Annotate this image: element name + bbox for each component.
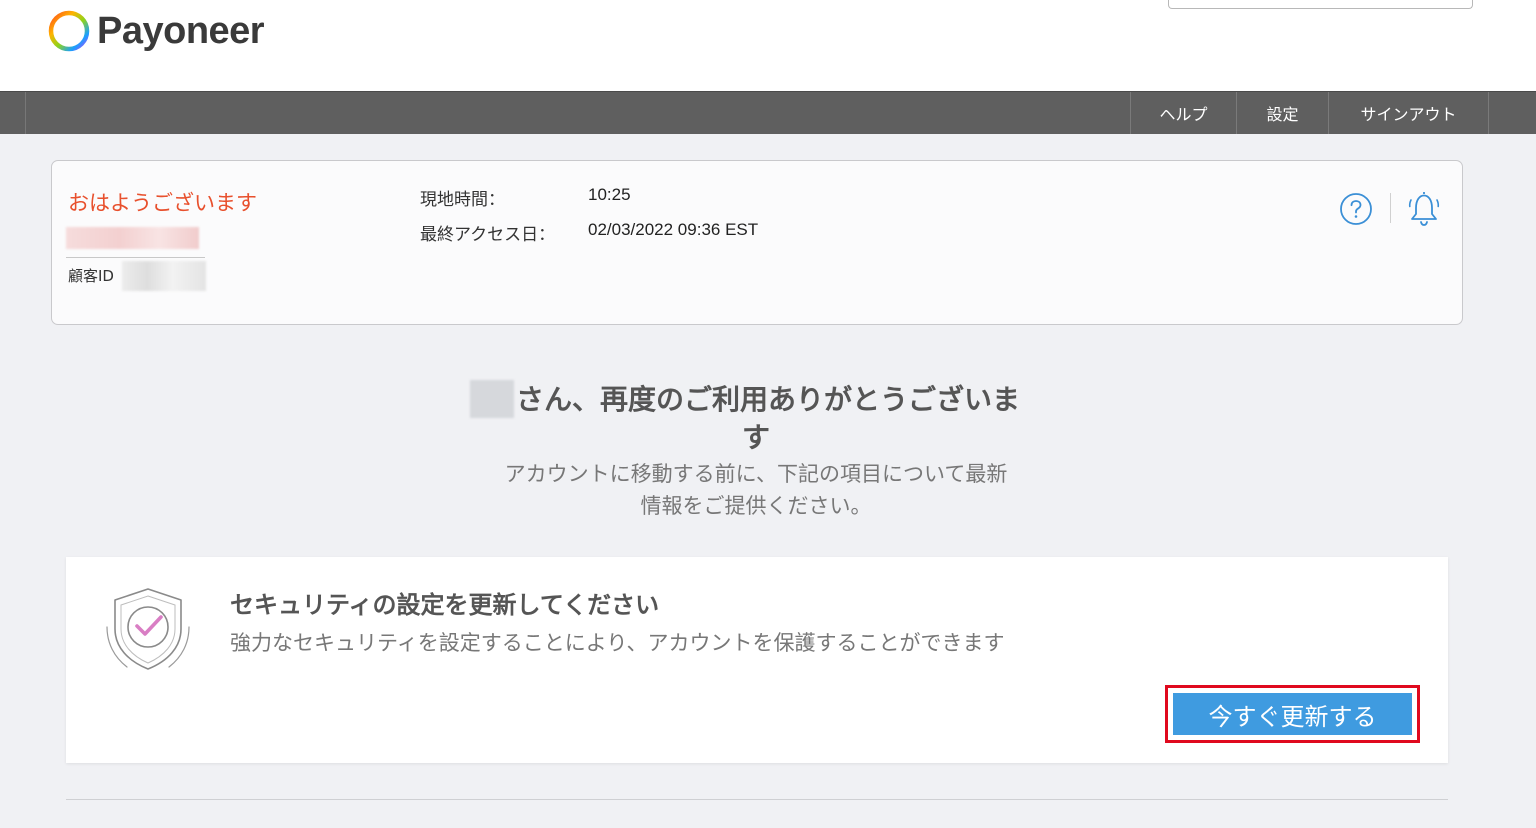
- security-title: セキュリティの設定を更新してください: [230, 591, 660, 619]
- shield-check-icon: [106, 588, 190, 670]
- last-access-value: 02/03/2022 09:36 EST: [588, 220, 759, 239]
- local-time-value: 10:25: [588, 185, 631, 204]
- question-circle-icon[interactable]: [1339, 192, 1373, 226]
- last-access-label: 最終アクセス日：: [420, 225, 556, 245]
- nav-settings-link[interactable]: 設定: [1236, 92, 1328, 134]
- bottom-divider: [66, 799, 1448, 800]
- page-header: Payoneer: [0, 0, 1536, 91]
- brand-name: Payoneer: [97, 9, 265, 52]
- welcome-subtitle-line2: 情報をご提供ください。: [640, 494, 872, 518]
- redacted-welcome-name: [470, 380, 514, 418]
- nav-help-link[interactable]: ヘルプ: [1130, 92, 1236, 134]
- bell-icon[interactable]: [1405, 188, 1443, 228]
- redacted-username: [66, 227, 199, 249]
- nav-signout-link[interactable]: サインアウト: [1328, 92, 1489, 134]
- ring-logo-icon: [48, 10, 90, 52]
- customer-id-label: 顧客ID: [68, 267, 114, 285]
- security-description: 強力なセキュリティを設定することにより、アカウントを保護することができます: [230, 631, 1005, 655]
- icon-separator: [1390, 193, 1391, 223]
- payoneer-logo[interactable]: Payoneer: [47, 9, 265, 53]
- nav-menu: ヘルプ 設定 サインアウト: [1130, 92, 1489, 134]
- top-navbar: ヘルプ 設定 サインアウト: [0, 91, 1536, 134]
- account-info-card: おはようございます 顧客ID 現地時間： 10:25 最終アクセス日： 02/0…: [51, 160, 1463, 325]
- navbar-divider: [25, 92, 26, 134]
- name-divider: [66, 257, 205, 258]
- redacted-customer-id: [122, 261, 206, 291]
- greeting-text: おはようございます: [68, 191, 257, 215]
- security-update-card: セキュリティの設定を更新してください 強力なセキュリティを設定することにより、ア…: [66, 557, 1448, 763]
- language-select[interactable]: [1168, 0, 1473, 9]
- update-now-button[interactable]: 今すぐ更新する: [1173, 693, 1412, 735]
- welcome-subtitle-line1: アカウントに移動する前に、下記の項目について最新: [504, 462, 1008, 486]
- welcome-subtitle: アカウントに移動する前に、下記の項目について最新 情報をご提供ください。: [0, 458, 1512, 522]
- welcome-title-row: さん、再度のご利用ありがとうございま: [468, 378, 1068, 418]
- local-time-label: 現地時間：: [420, 190, 505, 210]
- welcome-title: さん、再度のご利用ありがとうございま: [516, 383, 1021, 416]
- welcome-title-continued: す: [741, 421, 770, 454]
